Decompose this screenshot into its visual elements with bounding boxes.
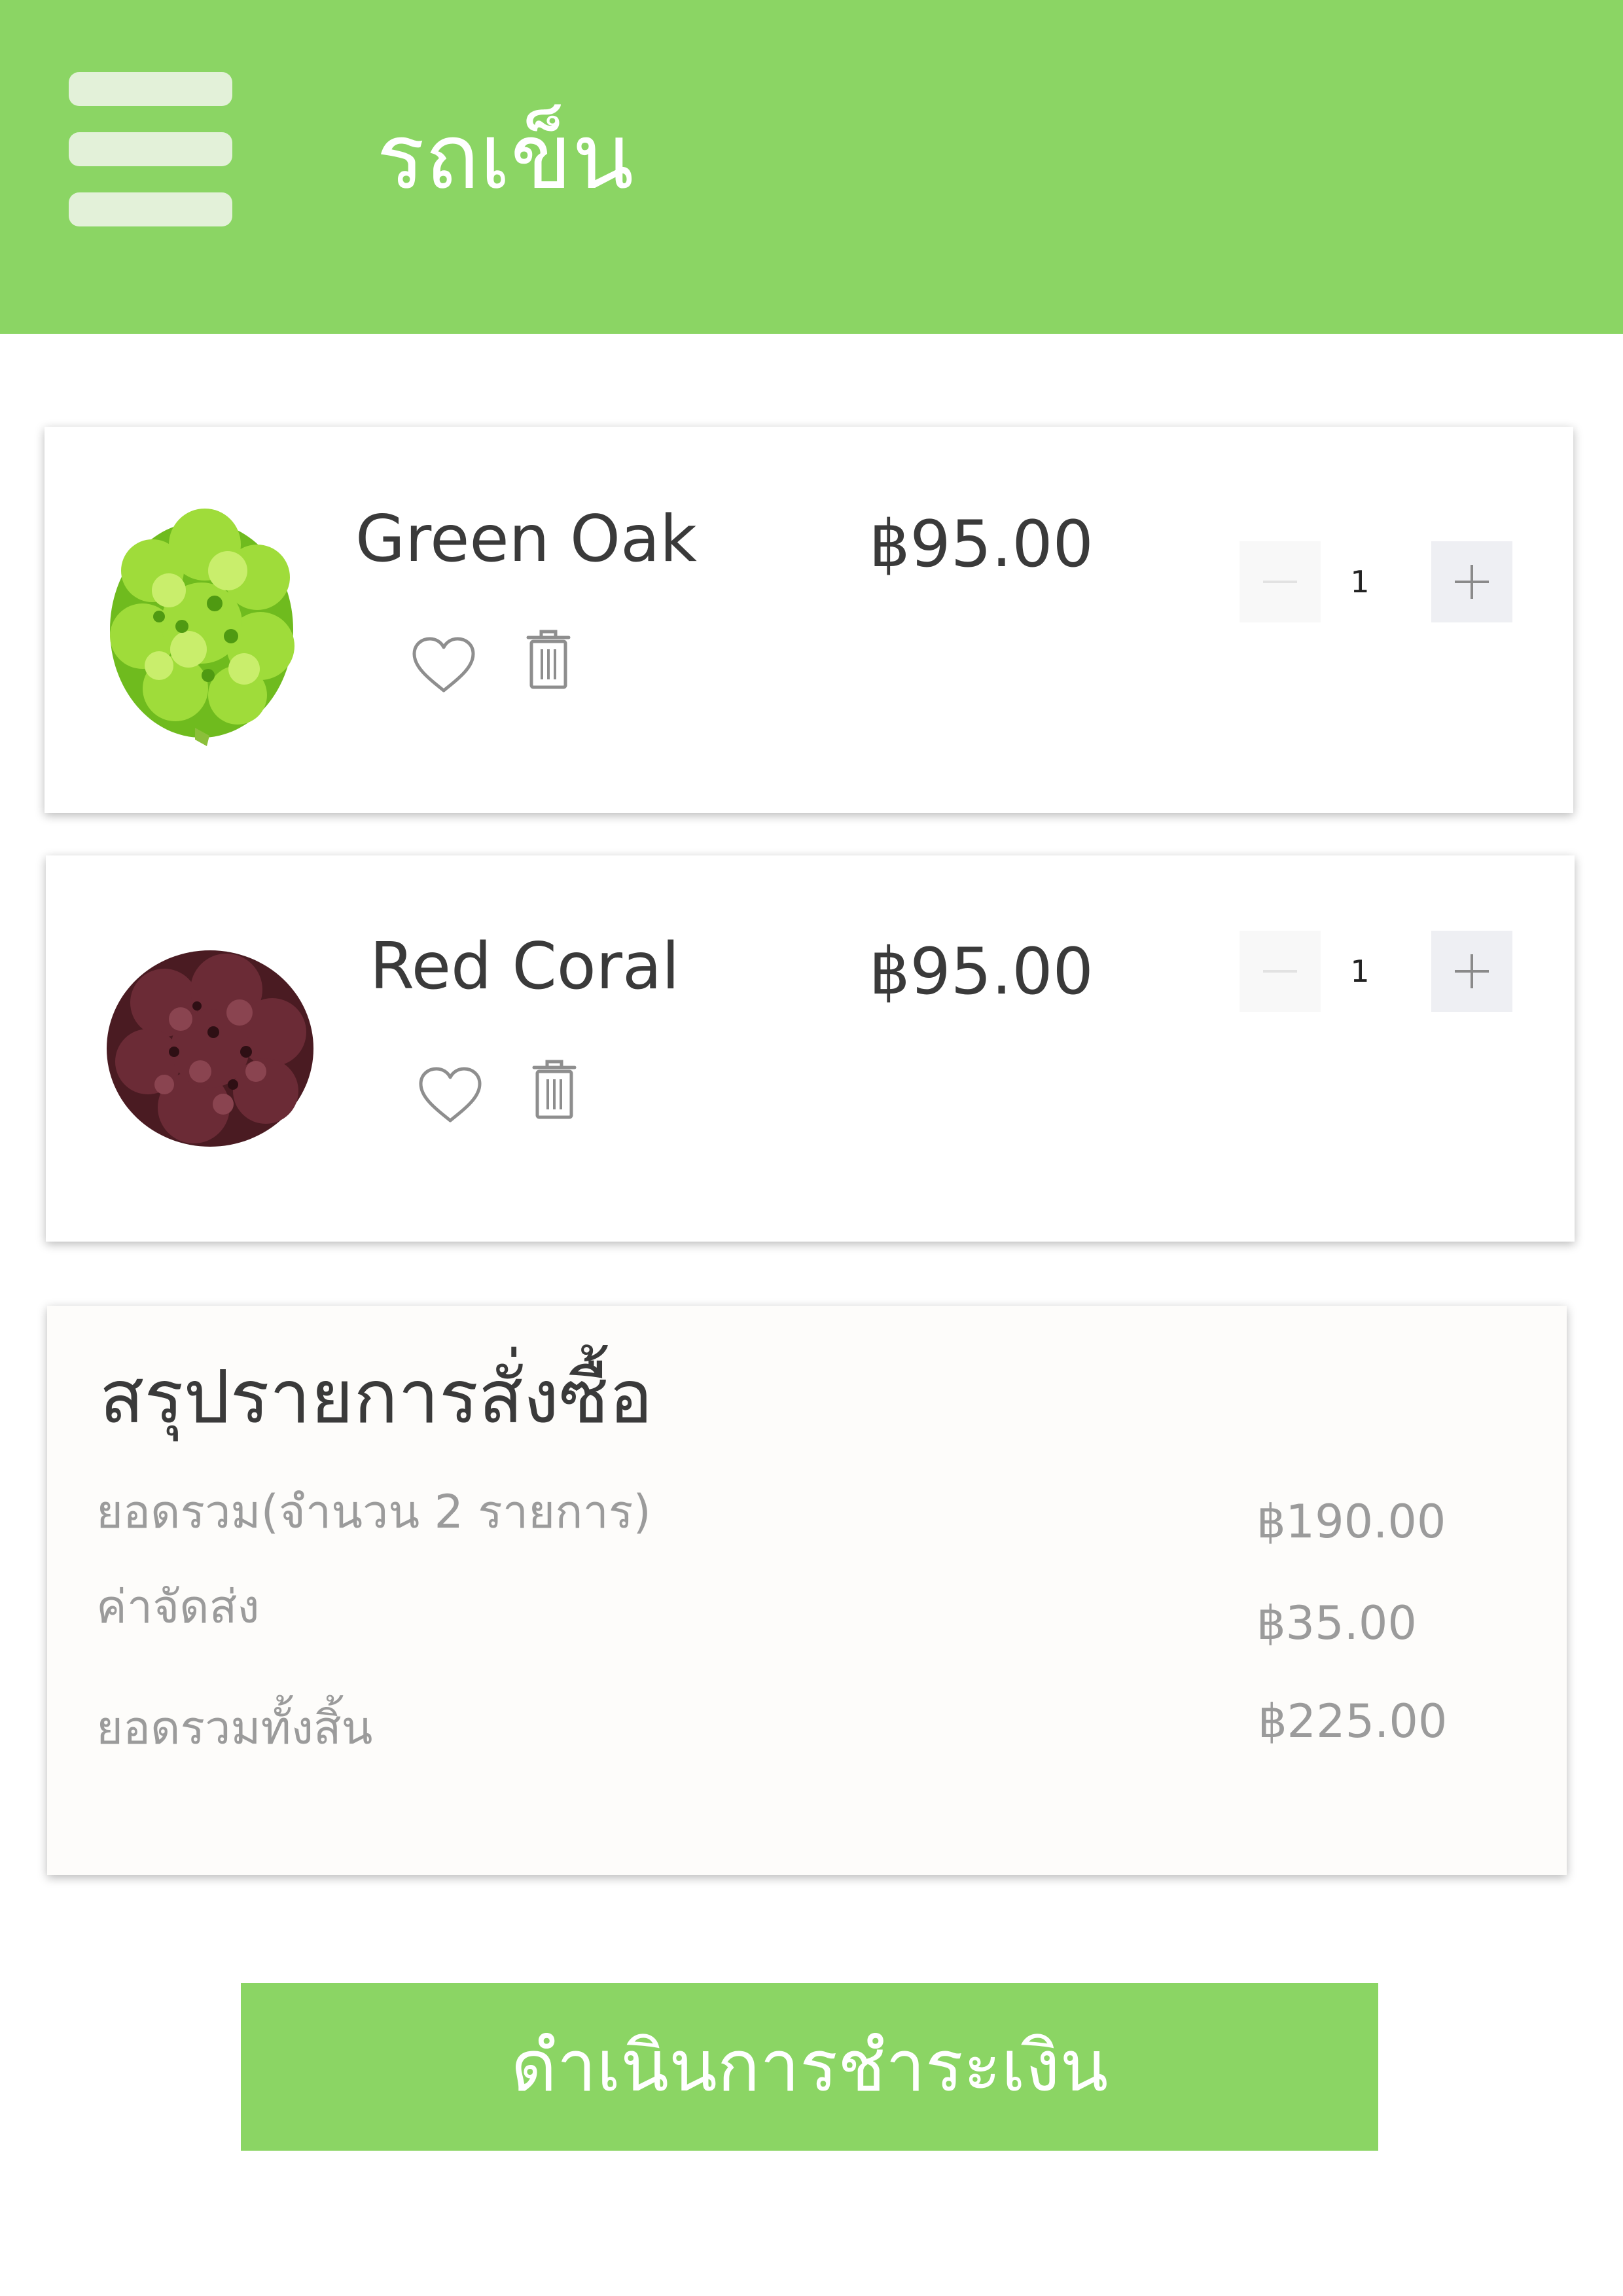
order-summary: สรุปรายการสั่งซื้อ ยอดรวม(จำนวน 2 รายการ… — [47, 1306, 1567, 1875]
quantity-value: 1 — [1350, 564, 1370, 600]
plus-icon — [1455, 954, 1489, 988]
green-oak-lettuce-image — [110, 509, 294, 746]
page-title: รถเข็น — [376, 104, 634, 209]
product-price: ฿95.00 — [869, 935, 1094, 1009]
decrease-quantity-button[interactable] — [1240, 541, 1321, 622]
total-label: ยอดรวมทั้งสิ้น — [96, 1701, 373, 1755]
increase-quantity-button[interactable] — [1431, 541, 1512, 622]
menu-bar-middle — [69, 132, 232, 166]
cart-item: Green Oak ฿95.00 1 — [45, 427, 1573, 813]
app-header: รถเข็น — [0, 0, 1623, 334]
decrease-quantity-button[interactable] — [1240, 931, 1321, 1012]
trash-icon[interactable] — [526, 628, 571, 691]
menu-bar-top — [69, 72, 232, 106]
menu-bar-bottom — [69, 192, 232, 226]
heart-icon[interactable] — [408, 633, 480, 698]
total-value: ฿225.00 — [1258, 1695, 1448, 1748]
subtotal-value: ฿190.00 — [1257, 1495, 1446, 1549]
heart-icon[interactable] — [414, 1063, 486, 1128]
plus-icon — [1455, 565, 1489, 599]
trash-icon[interactable] — [531, 1058, 577, 1121]
product-price: ฿95.00 — [869, 507, 1094, 582]
product-name: Green Oak — [355, 502, 697, 577]
shipping-value: ฿35.00 — [1257, 1596, 1417, 1650]
increase-quantity-button[interactable] — [1431, 931, 1512, 1012]
shipping-label: ค่าจัดส่ง — [96, 1580, 260, 1634]
quantity-value: 1 — [1350, 954, 1370, 989]
summary-title: สรุปรายการสั่งซื้อ — [99, 1355, 653, 1440]
hamburger-menu-icon[interactable] — [69, 72, 232, 226]
minus-icon — [1263, 581, 1297, 583]
product-name: Red Coral — [370, 929, 680, 1004]
checkout-button[interactable]: ดำเนินการชำระเงิน — [241, 1983, 1378, 2151]
subtotal-label: ยอดรวม(จำนวน 2 รายการ) — [96, 1485, 651, 1539]
cart-item: Red Coral ฿95.00 1 — [46, 855, 1575, 1242]
red-coral-lettuce-image — [107, 950, 313, 1147]
minus-icon — [1263, 970, 1297, 973]
